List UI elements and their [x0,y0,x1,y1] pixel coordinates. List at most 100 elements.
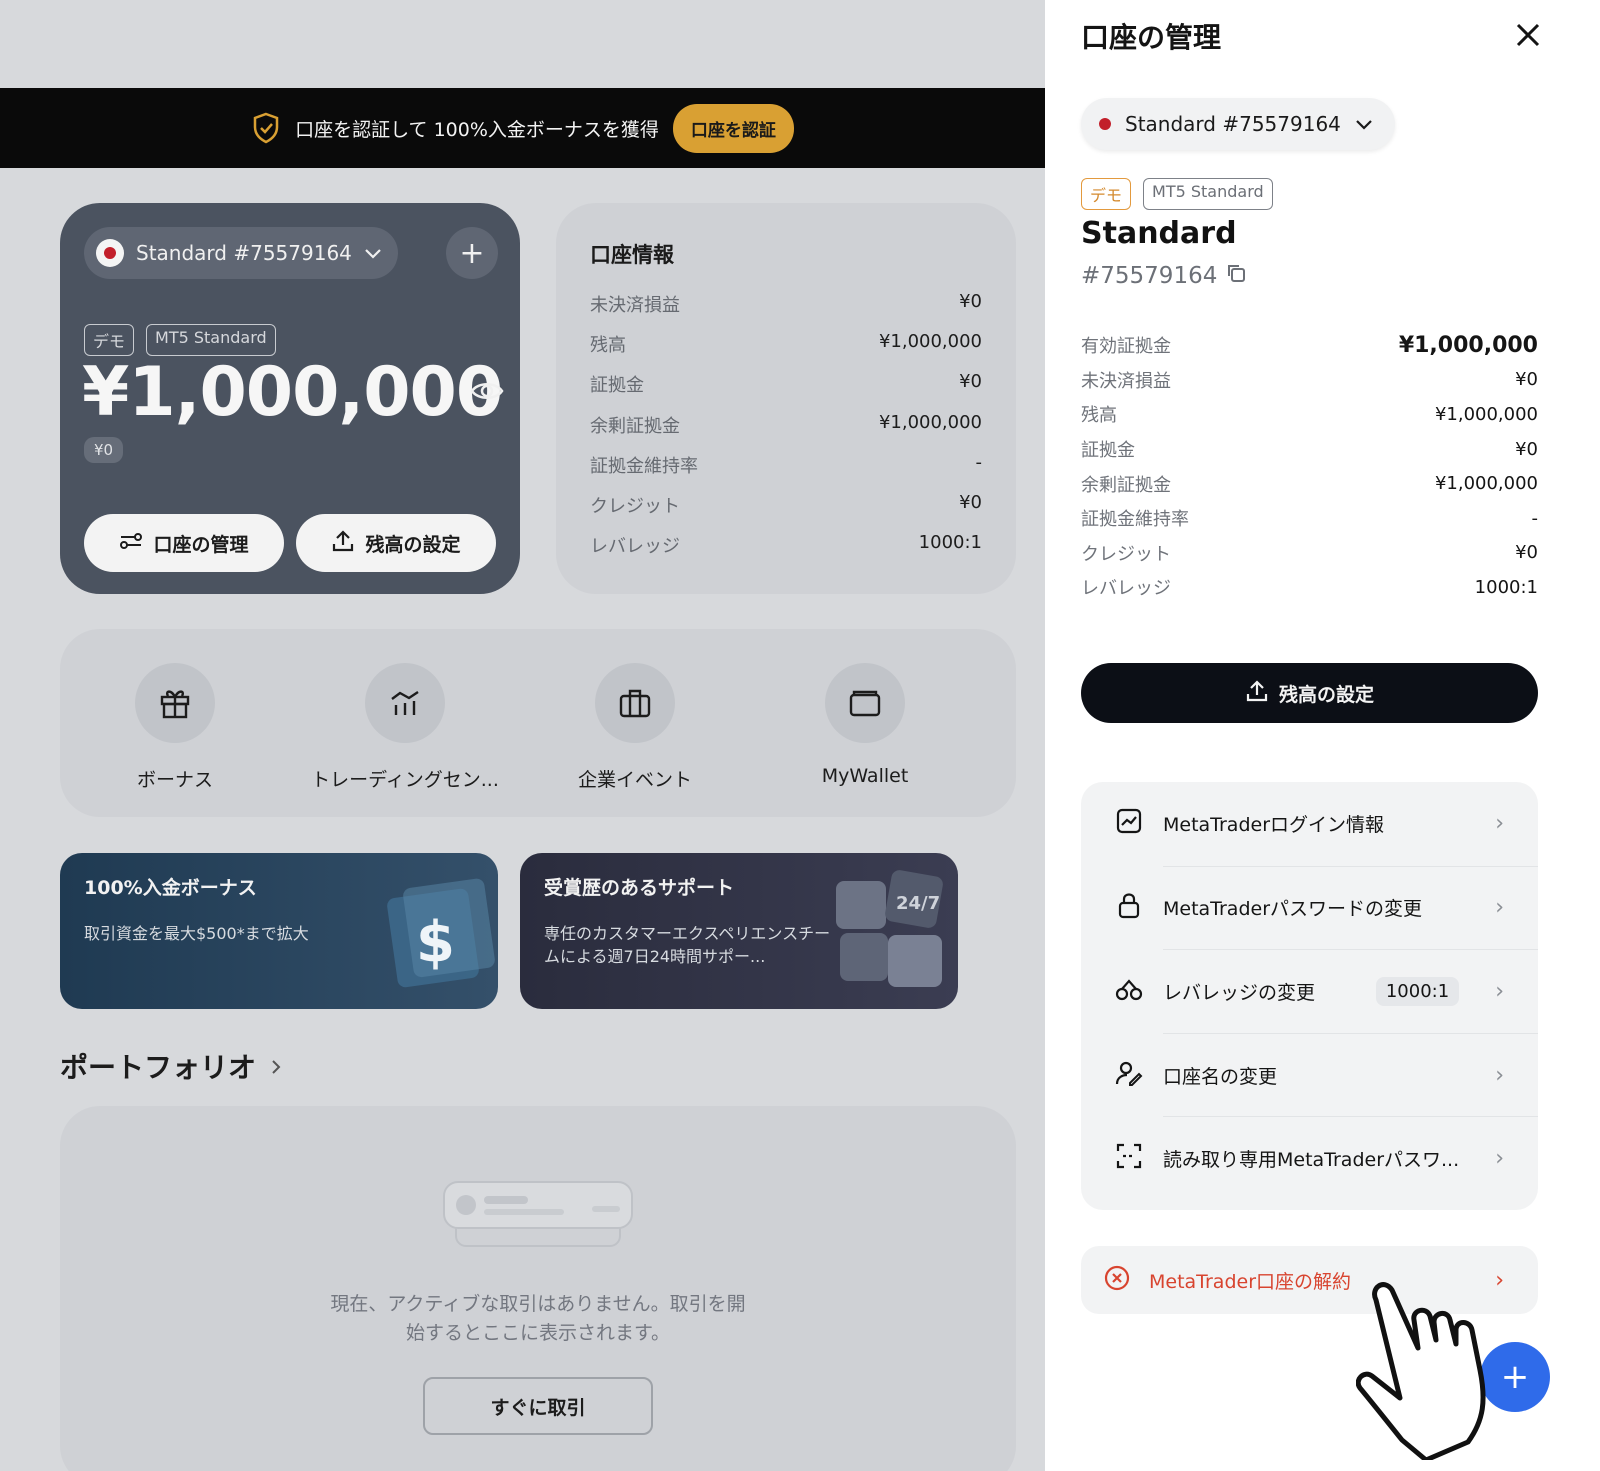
quick-action-bonus[interactable]: ボーナス [60,629,290,817]
info-label: クレジット [590,495,680,517]
quick-action-wallet[interactable]: MyWallet [750,629,980,817]
drawer-row-label: クレジット [1081,543,1171,565]
promo-card-support[interactable]: 受賞歴のあるサポート 専任のカスタマーエクスペリエンスチームによる週7日24時間… [520,853,958,1009]
menu-item-change-leverage[interactable]: レバレッジの変更 1000:1 › [1115,949,1538,1033]
add-account-button[interactable]: + [446,227,498,279]
info-row: 残高 ¥1,000,000 [590,331,982,371]
eye-icon[interactable] [470,379,504,407]
account-number-text: #75579164 [1081,263,1218,289]
quick-action-label: MyWallet [821,765,909,787]
account-name: Standard [1081,216,1237,251]
info-row: 余剰証拠金 ¥1,000,000 [590,412,982,452]
info-label: 残高 [590,335,626,357]
promo-card-bonus[interactable]: 100%入金ボーナス 取引資金を最大$500*まで拡大 $ [60,853,498,1009]
promo-card-desc: 専任のカスタマーエクスペリエンスチームによる週7日24時間サポー... [544,924,831,966]
svg-text:$: $ [416,910,455,975]
lock-icon [1115,891,1143,924]
status-dot-icon [1099,118,1111,130]
quick-action-label: 企業イベント [577,769,692,791]
svg-text:24/7: 24/7 [896,893,940,914]
account-info-title: 口座情報 [590,243,674,267]
close-icon[interactable] [1515,18,1541,56]
account-selector[interactable]: Standard #75579164 [84,227,398,279]
drawer-row-label: 未決済損益 [1081,370,1171,392]
briefcase-icon [595,663,675,743]
account-tags: デモ MT5 Standard [84,324,276,356]
menu-item-label: 読み取り専用MetaTraderパスワ... [1163,1149,1460,1172]
drawer-row-value: ¥1,000,000 [1434,473,1538,495]
drawer-row: 証拠金維持率 - [1081,501,1538,536]
portfolio-title-label: ポートフォリオ [60,1051,257,1084]
manage-account-button[interactable]: 口座の管理 [84,514,284,572]
drawer-row-label: 証拠金 [1081,440,1135,462]
info-label: 余剰証拠金 [590,415,680,437]
balance-card: Standard #75579164 + デモ MT5 Standard ¥1,… [60,203,520,594]
info-value: ¥0 [959,371,982,393]
drawer-row: 有効証拠金 ¥1,000,000 [1081,328,1538,363]
account-number: #75579164 [1081,262,1247,290]
chevron-right-icon: › [1495,1062,1504,1088]
demo-tag: デモ [84,324,135,356]
japan-flag-icon [96,239,124,267]
mt5-tag: MT5 Standard [146,324,276,356]
menu-item-label: MetaTraderパスワードの変更 [1163,898,1423,921]
gift-icon [135,663,215,743]
info-value: - [975,451,983,473]
menu-item-label: 口座名の変更 [1163,1065,1278,1088]
info-label: 証拠金 [590,375,644,397]
chevron-right-icon: › [1495,1146,1504,1172]
support-tiles-icon: 24/7 [836,870,943,987]
dollar-cube-icon: $ [387,878,495,988]
verify-account-button[interactable]: 口座を認証 [672,103,794,153]
drawer-set-balance-label: 残高の設定 [1278,683,1374,706]
set-balance-button[interactable]: 残高の設定 [296,514,496,572]
menu-item-login-info[interactable]: MetaTraderログイン情報 › [1081,782,1538,866]
set-balance-label: 残高の設定 [365,533,461,556]
info-value: ¥0 [959,291,982,312]
copy-icon[interactable] [1225,262,1247,290]
empty-text-line: 始するとここに表示されます。 [405,1322,671,1344]
info-row: レバレッジ 1000:1 [590,532,982,572]
wallet-icon [825,663,905,743]
info-row: 未決済損益 ¥0 [590,291,982,331]
portfolio-card: 現在、アクティブな取引はありません。取引を開 始するとここに表示されます。 すぐ… [60,1106,1016,1471]
portfolio-title[interactable]: ポートフォリオ [60,1046,282,1086]
manage-account-label: 口座の管理 [153,533,249,556]
drawer-account-selector[interactable]: Standard #75579164 [1081,98,1395,150]
drawer-row-label: レバレッジ [1081,578,1171,600]
scale-icon [1115,975,1143,1008]
menu-item-readonly-password[interactable]: 読み取り専用MetaTraderパスワ... › [1116,1116,1538,1200]
quick-action-label: トレーディングセン... [311,769,499,791]
manage-account-drawer: 口座の管理 Standard #75579164 デモ MT5 Standard… [1045,0,1600,1471]
quick-action-trading-center[interactable]: トレーディングセン... [290,629,520,817]
drawer-row-label: 有効証拠金 [1081,336,1171,358]
info-value: ¥0 [959,491,982,513]
drawer-row-label: 余剰証拠金 [1081,474,1171,496]
drawer-row-label: 残高 [1081,405,1117,427]
quick-action-events[interactable]: 企業イベント [520,629,750,817]
close-circle-icon [1103,1264,1131,1297]
drawer-menu: MetaTraderログイン情報 › MetaTraderパスワードの変更 › … [1081,782,1538,1210]
chevron-right-icon [270,1050,282,1083]
scan-icon [1115,1142,1143,1175]
menu-item-label: MetaTraderログイン情報 [1163,814,1385,837]
account-info-card: 口座情報 未決済損益 ¥0 残高 ¥1,000,000 証拠金 ¥0 余剰証拠金 ¥1,… [556,203,1016,594]
trade-now-button[interactable]: すぐに取引 [423,1377,653,1435]
drawer-set-balance-button[interactable]: 残高の設定 [1081,663,1538,723]
menu-item-rename-account[interactable]: 口座名の変更 › [1115,1032,1538,1117]
chevron-right-icon: › [1495,978,1504,1004]
drawer-row-value: ¥0 [1515,438,1538,460]
drawer-row-value: ¥0 [1515,542,1538,564]
info-label: 未決済損益 [590,295,680,316]
drawer-row: 余剰証拠金 ¥1,000,000 [1081,466,1538,501]
mt5-tag: MT5 Standard [1143,178,1273,210]
drawer-row: 証拠金 ¥0 [1081,432,1538,467]
demo-tag: デモ [1081,178,1132,210]
menu-item-change-password[interactable]: MetaTraderパスワードの変更 › [1118,865,1538,950]
drawer-account-rows: 有効証拠金 ¥1,000,000 未決済損益 ¥0 残高 ¥1,000,000 証拠金… [1081,328,1538,605]
empty-portfolio-text: 現在、アクティブな取引はありません。取引を開 始するとここに表示されます。 [60,1290,1016,1348]
drawer-title: 口座の管理 [1081,21,1222,54]
upload-icon [1245,679,1269,708]
upload-icon [331,529,355,558]
info-value: ¥1,000,000 [878,331,982,353]
